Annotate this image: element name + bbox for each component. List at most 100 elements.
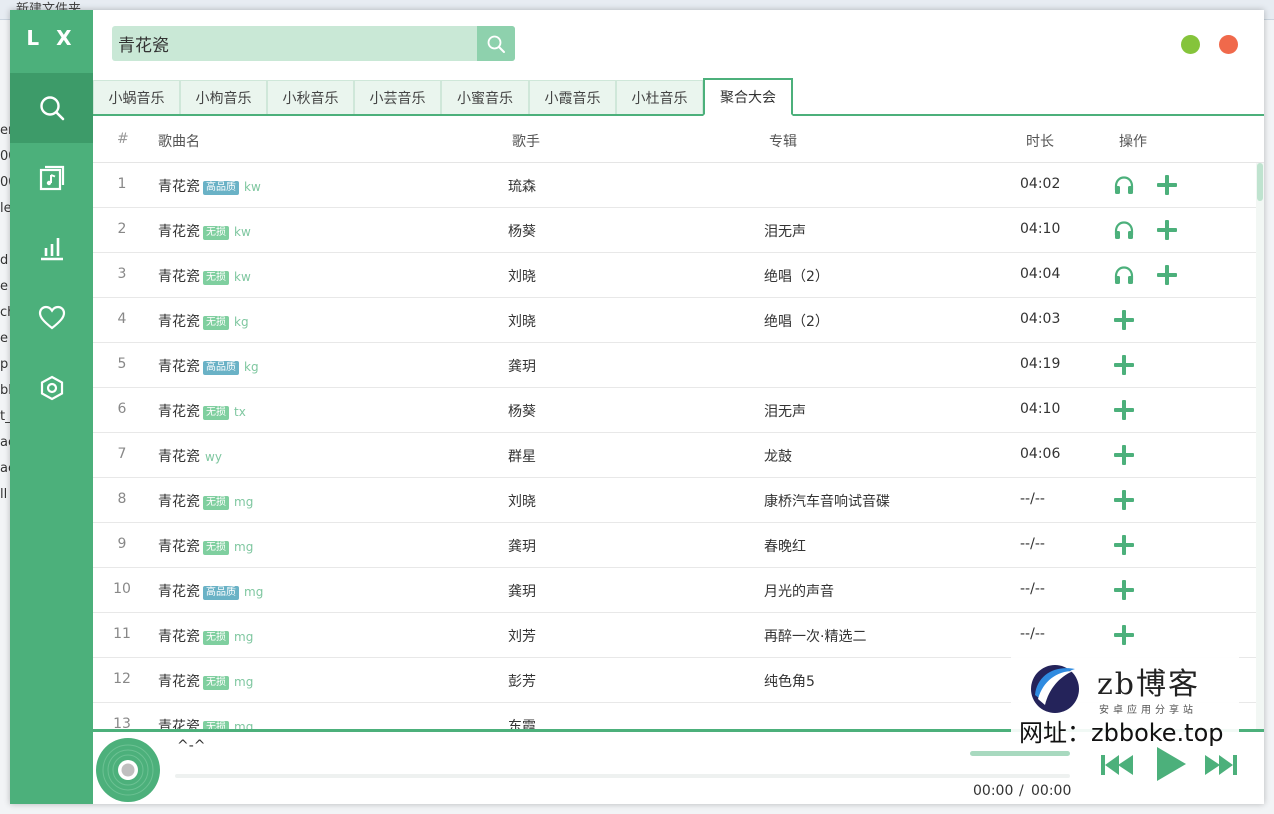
song-duration: --/-- [1020, 536, 1045, 552]
headphones-icon [1113, 220, 1135, 240]
add-button[interactable] [1113, 624, 1135, 646]
source-tag: mg [234, 630, 254, 644]
table-row[interactable]: 1 青花瓷 高品质 kw 琉森 04:02 [93, 163, 1256, 208]
add-button[interactable] [1156, 174, 1178, 196]
table-row[interactable]: 3 青花瓷 无损 kw 刘晓 绝唱（2） 04:04 [93, 253, 1256, 298]
row-number: 8 [117, 491, 127, 507]
headphones-icon [1113, 175, 1135, 195]
table-row[interactable]: 6 青花瓷 无损 tx 杨葵 泪无声 04:10 [93, 388, 1256, 433]
sidebar-item-search[interactable] [10, 73, 93, 143]
table-row[interactable]: 10 青花瓷 高品质 mg 龚玥 月光的声音 --/-- [93, 568, 1256, 613]
song-list: 1 青花瓷 高品质 kw 琉森 04:02 2 青花瓷 无损 kw 杨葵 泪无声 04:10 3 青花瓷 无损… [93, 163, 1256, 729]
search-input[interactable] [112, 26, 477, 61]
song-name-cell: 青花瓷 无损 mg [158, 491, 253, 511]
quality-badge: 无损 [203, 316, 229, 330]
header-operations: 操作 [1119, 134, 1147, 150]
sidebar-item-favorites[interactable] [10, 283, 93, 353]
listen-button[interactable] [1113, 219, 1135, 241]
singer-name: 杨葵 [508, 404, 536, 420]
table-row[interactable]: 8 青花瓷 无损 mg 刘晓 康桥汽车音响试音碟 --/-- [93, 478, 1256, 523]
quality-badge: 无损 [203, 541, 229, 555]
table-row[interactable]: 4 青花瓷 无损 kg 刘晓 绝唱（2） 04:03 [93, 298, 1256, 343]
add-button[interactable] [1156, 219, 1178, 241]
add-button[interactable] [1113, 489, 1135, 511]
table-header: # 歌曲名 歌手 专辑 时长 操作 [93, 118, 1264, 163]
progress-bar[interactable] [175, 774, 1070, 778]
row-number: 5 [117, 356, 127, 372]
play-button[interactable] [1153, 744, 1189, 784]
song-duration: --/-- [1020, 581, 1045, 597]
add-button[interactable] [1156, 264, 1178, 286]
tab-source-2[interactable]: 小枸音乐 [180, 80, 267, 114]
row-operations [1113, 399, 1156, 421]
singer-name: 龚玥 [508, 539, 536, 555]
search-button[interactable] [477, 26, 515, 61]
tab-aggregate[interactable]: 聚合大会 [703, 78, 793, 116]
album-name: 龙鼓 [764, 449, 792, 465]
row-number: 2 [117, 221, 127, 237]
album-name: 泪无声 [764, 224, 806, 240]
row-operations [1113, 354, 1156, 376]
next-track-button[interactable] [1202, 750, 1238, 780]
tab-source-4[interactable]: 小芸音乐 [354, 80, 441, 114]
song-duration: 04:06 [1020, 446, 1061, 462]
song-name-cell: 青花瓷 无损 mg [158, 626, 253, 646]
listen-button[interactable] [1113, 174, 1135, 196]
sidebar: L X [10, 10, 93, 804]
song-duration: --/-- [1020, 491, 1045, 507]
source-tag: mg [244, 585, 264, 599]
tab-source-3[interactable]: 小秋音乐 [267, 80, 354, 114]
tab-source-6[interactable]: 小霞音乐 [529, 80, 616, 114]
singer-name: 杨葵 [508, 224, 536, 240]
tab-source-1[interactable]: 小蜗音乐 [93, 80, 180, 114]
source-tag: mg [234, 540, 254, 554]
minimize-button[interactable] [1181, 35, 1200, 54]
song-name: 青花瓷 [158, 224, 200, 240]
add-button[interactable] [1113, 579, 1135, 601]
album-name: 康桥汽车音响试音碟 [764, 494, 890, 510]
row-operations [1113, 219, 1199, 241]
quality-badge: 无损 [203, 271, 229, 285]
add-button[interactable] [1113, 444, 1135, 466]
tab-source-5[interactable]: 小蜜音乐 [441, 80, 529, 114]
album-name: 再醉一次·精选二 [764, 629, 867, 645]
song-name-cell: 青花瓷 高品质 mg [158, 581, 263, 601]
song-name: 青花瓷 [158, 719, 200, 729]
row-number: 12 [113, 671, 131, 687]
album-name: 春晚红 [764, 539, 806, 555]
search-box [112, 26, 515, 61]
table-row[interactable]: 5 青花瓷 高品质 kg 龚玥 04:19 [93, 343, 1256, 388]
add-button[interactable] [1113, 354, 1135, 376]
source-tabs: 小蜗音乐 小枸音乐 小秋音乐 小芸音乐 小蜜音乐 小霞音乐 小杜音乐 聚合大会 [93, 78, 1264, 116]
now-playing-title: ^-^ [177, 738, 206, 754]
heart-icon [38, 305, 65, 330]
row-number: 1 [117, 176, 127, 192]
table-row[interactable]: 7 青花瓷 wy 群星 龙鼓 04:06 [93, 433, 1256, 478]
sidebar-item-song-list[interactable] [10, 143, 93, 213]
source-tag: kw [234, 225, 251, 239]
close-button[interactable] [1219, 35, 1238, 54]
table-row[interactable]: 9 青花瓷 无损 mg 龚玥 春晚红 --/-- [93, 523, 1256, 568]
time-separator: / [1019, 783, 1024, 799]
table-row[interactable]: 11 青花瓷 无损 mg 刘芳 再醉一次·精选二 --/-- [93, 613, 1256, 658]
scrollbar-thumb[interactable] [1257, 163, 1263, 201]
singer-name: 龚玥 [508, 359, 536, 375]
quality-badge: 无损 [203, 631, 229, 645]
singer-name: 刘晓 [508, 269, 536, 285]
app-logo: L X [26, 26, 77, 50]
singer-name: 群星 [508, 449, 536, 465]
listen-button[interactable] [1113, 264, 1135, 286]
table-row[interactable]: 2 青花瓷 无损 kw 杨葵 泪无声 04:10 [93, 208, 1256, 253]
sidebar-item-leaderboard[interactable] [10, 213, 93, 283]
previous-track-button[interactable] [1100, 750, 1136, 780]
add-button[interactable] [1113, 534, 1135, 556]
add-button[interactable] [1113, 309, 1135, 331]
plus-icon [1113, 399, 1135, 421]
plus-icon [1113, 534, 1135, 556]
list-scrollbar[interactable] [1256, 163, 1264, 729]
sidebar-item-settings[interactable] [10, 353, 93, 423]
volume-slider[interactable] [970, 751, 1070, 756]
watermark-name: zb博客 [1097, 667, 1201, 702]
add-button[interactable] [1113, 399, 1135, 421]
tab-source-7[interactable]: 小杜音乐 [616, 80, 703, 114]
